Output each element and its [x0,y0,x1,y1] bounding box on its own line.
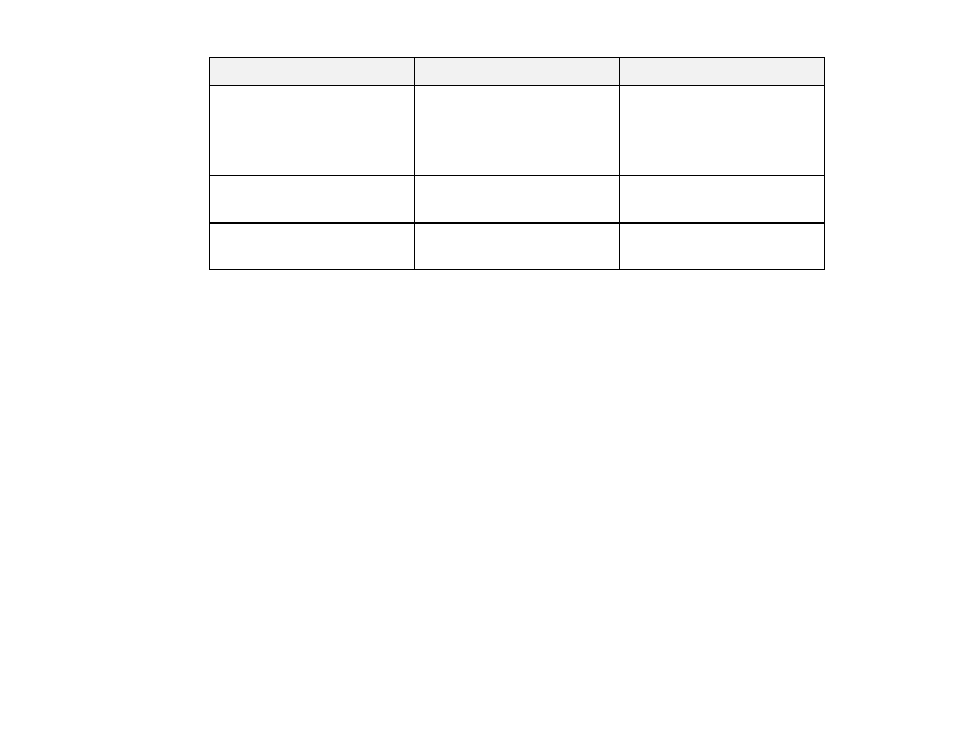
table-row [210,176,825,223]
table-cell [620,86,825,176]
table-header-row [210,58,825,86]
data-table [209,57,825,270]
table-cell [414,176,620,223]
table-cell [620,176,825,223]
table-container [209,57,825,270]
table-header-cell [414,58,620,86]
table-cell [414,86,620,176]
table-cell [210,223,415,270]
table-cell [620,223,825,270]
table-cell [210,176,415,223]
table-header-cell [620,58,825,86]
table-row [210,86,825,176]
table-header-cell [210,58,415,86]
table-cell [210,86,415,176]
table-cell [414,223,620,270]
table-row [210,223,825,270]
